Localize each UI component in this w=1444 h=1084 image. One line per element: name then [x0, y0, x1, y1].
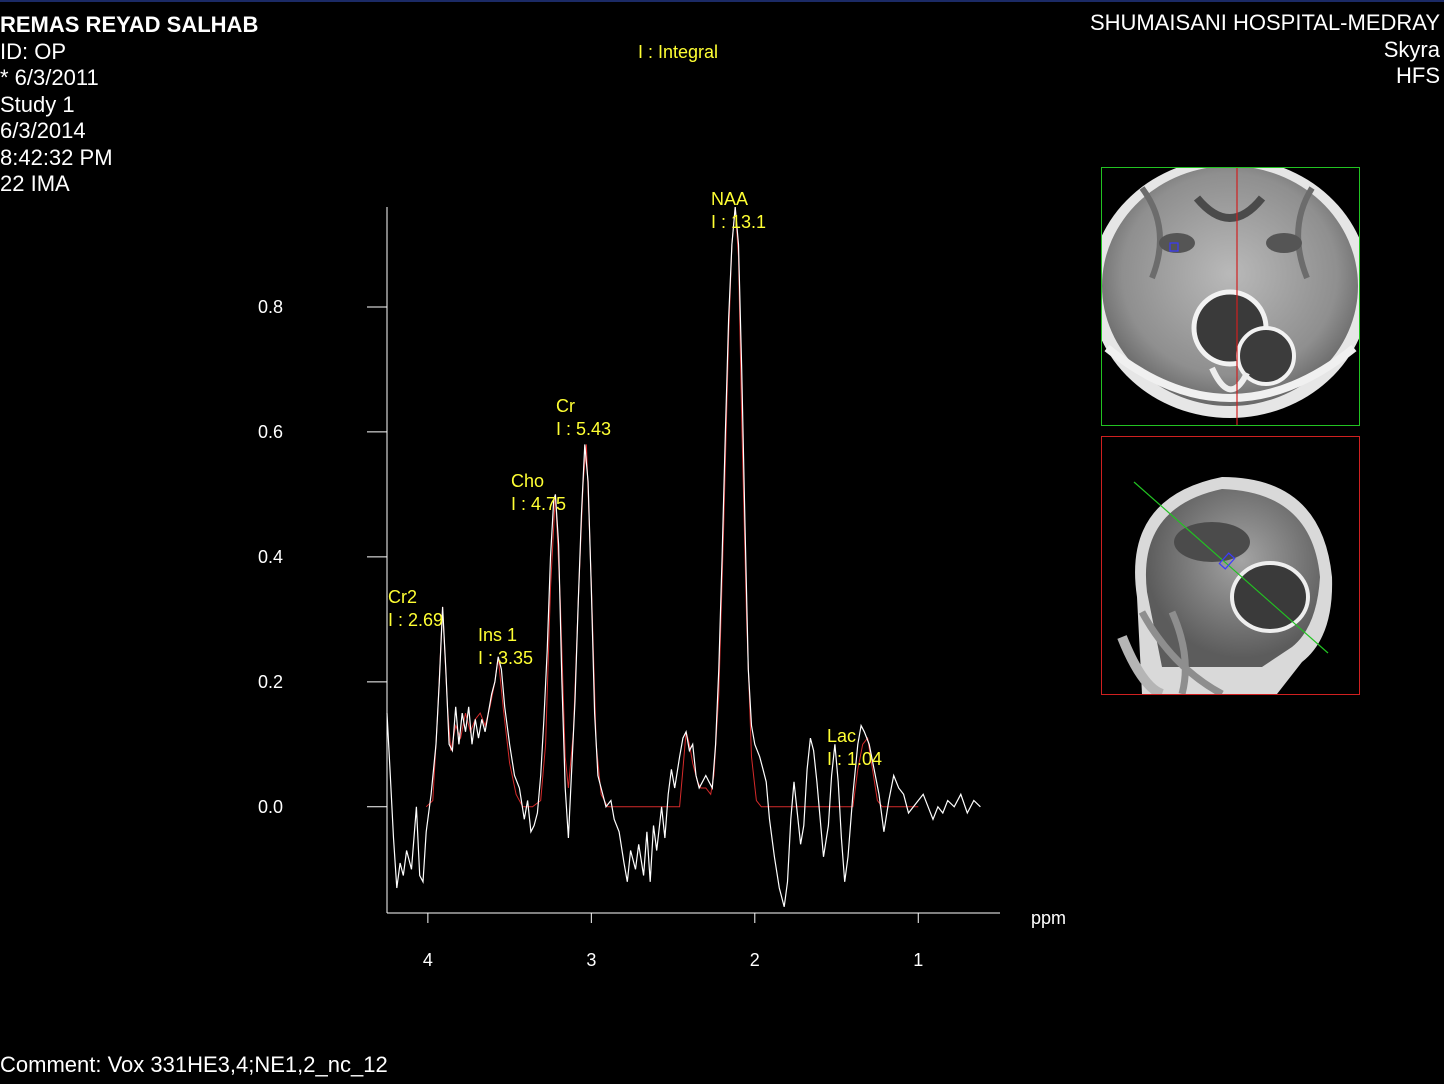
peak-name-label: Lac [827, 726, 856, 746]
peak-labels: Cr2 I : 2.69 Ins 1 I : 3.35 Cho I : 4.75 Cr I :… [388, 189, 882, 769]
y-ticks: 0.0 0.2 0.4 0.6 0.8 [258, 297, 387, 817]
peak-name-label: Cr [556, 396, 575, 416]
y-tick-label: 0.2 [258, 672, 283, 692]
patient-position: HFS [1396, 63, 1440, 88]
site-info: SHUMAISANI HOSPITAL-MEDRAY Skyra HFS [1090, 10, 1440, 90]
y-tick-label: 0.0 [258, 797, 283, 817]
axial-brain-image [1102, 168, 1359, 425]
peak-name-label: Ins 1 [478, 625, 517, 645]
comment-line: Comment: Vox 331HE3,4;NE1,2_nc_12 [0, 1052, 388, 1077]
peak-integral-label: I : 2.69 [388, 610, 443, 630]
axial-localizer[interactable] [1101, 167, 1360, 426]
y-tick-label: 0.6 [258, 422, 283, 442]
sagittal-brain-image [1117, 477, 1333, 694]
x-tick-label: 2 [750, 950, 760, 970]
peak-integral-label: I : 1.04 [827, 749, 882, 769]
x-ticks: 4 3 2 1 [423, 913, 923, 970]
y-tick-label: 0.8 [258, 297, 283, 317]
scanner-name: Skyra [1383, 36, 1440, 62]
fit-line [425, 206, 919, 808]
peak-integral-label: I : 3.35 [478, 648, 533, 668]
peak-integral-label: I : 4.75 [511, 494, 566, 514]
hospital-name: SHUMAISANI HOSPITAL-MEDRAY [1089, 10, 1440, 35]
x-axis-label: ppm [1031, 908, 1066, 928]
y-tick-label: 0.4 [258, 547, 283, 567]
x-tick-label: 3 [586, 950, 596, 970]
sagittal-localizer[interactable] [1101, 436, 1360, 695]
x-tick-label: 1 [913, 950, 923, 970]
x-tick-label: 4 [423, 950, 433, 970]
peak-name-label: NAA [711, 189, 748, 209]
peak-integral-label: I : 5.43 [556, 419, 611, 439]
peak-name-label: Cr2 [388, 587, 417, 607]
spectrum-chart: 0.0 0.2 0.4 0.6 0.8 4 3 2 1 ppm Cr2 I : 2.69 Ins … [258, 189, 1066, 970]
peak-name-label: Cho [511, 471, 544, 491]
peak-integral-label: I : 13.1 [711, 212, 766, 232]
spectrum-line [386, 206, 981, 907]
